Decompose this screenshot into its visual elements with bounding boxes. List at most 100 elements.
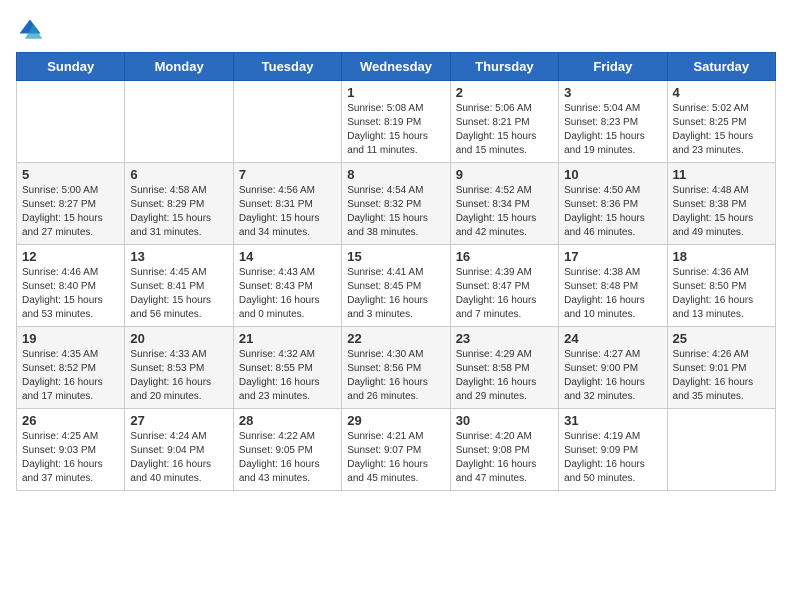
- calendar-week-row: 5 Sunrise: 5:00 AM Sunset: 8:27 PM Daylig…: [17, 163, 776, 245]
- day-content: Sunrise: 4:38 AM Sunset: 8:48 PM Dayligh…: [564, 266, 661, 322]
- day-content: Sunrise: 5:02 AM Sunset: 8:25 PM Dayligh…: [673, 102, 770, 158]
- day-number: 5: [22, 167, 119, 182]
- day-number: 30: [456, 413, 553, 428]
- day-content: Sunrise: 4:41 AM Sunset: 8:45 PM Dayligh…: [347, 266, 444, 322]
- day-number: 18: [673, 249, 770, 264]
- calendar-cell: 18 Sunrise: 4:36 AM Sunset: 8:50 PM Dayli…: [667, 245, 775, 327]
- calendar-cell: 4 Sunrise: 5:02 AM Sunset: 8:25 PM Daylig…: [667, 81, 775, 163]
- calendar-cell: 19Sunrise: 4:35 AM Sunset: 8:52 PM Dayli…: [17, 327, 125, 409]
- day-number: 1: [347, 85, 444, 100]
- day-content: Sunrise: 4:32 AM Sunset: 8:55 PM Dayligh…: [239, 348, 336, 404]
- day-number: 27: [130, 413, 227, 428]
- day-content: Sunrise: 4:58 AM Sunset: 8:29 PM Dayligh…: [130, 184, 227, 240]
- day-content: Sunrise: 4:20 AM Sunset: 9:08 PM Dayligh…: [456, 430, 553, 486]
- calendar-cell: 11 Sunrise: 4:48 AM Sunset: 8:38 PM Dayli…: [667, 163, 775, 245]
- day-content: Sunrise: 4:21 AM Sunset: 9:07 PM Dayligh…: [347, 430, 444, 486]
- calendar-cell: [667, 409, 775, 491]
- day-content: Sunrise: 4:48 AM Sunset: 8:38 PM Dayligh…: [673, 184, 770, 240]
- calendar-cell: 16 Sunrise: 4:39 AM Sunset: 8:47 PM Dayli…: [450, 245, 558, 327]
- day-content: Sunrise: 5:04 AM Sunset: 8:23 PM Dayligh…: [564, 102, 661, 158]
- day-number: 2: [456, 85, 553, 100]
- day-content: Sunrise: 4:29 AM Sunset: 8:58 PM Dayligh…: [456, 348, 553, 404]
- day-number: 25: [673, 331, 770, 346]
- day-number: 11: [673, 167, 770, 182]
- day-number: 6: [130, 167, 227, 182]
- day-content: Sunrise: 4:22 AM Sunset: 9:05 PM Dayligh…: [239, 430, 336, 486]
- logo-icon: [16, 16, 44, 44]
- day-number: 24: [564, 331, 661, 346]
- day-content: Sunrise: 4:39 AM Sunset: 8:47 PM Dayligh…: [456, 266, 553, 322]
- calendar-cell: 23 Sunrise: 4:29 AM Sunset: 8:58 PM Dayli…: [450, 327, 558, 409]
- calendar-cell: 8 Sunrise: 4:54 AM Sunset: 8:32 PM Daylig…: [342, 163, 450, 245]
- day-number: 16: [456, 249, 553, 264]
- day-content: Sunrise: 4:54 AM Sunset: 8:32 PM Dayligh…: [347, 184, 444, 240]
- day-content: Sunrise: 4:19 AM Sunset: 9:09 PM Dayligh…: [564, 430, 661, 486]
- calendar-cell: 15 Sunrise: 4:41 AM Sunset: 8:45 PM Dayli…: [342, 245, 450, 327]
- calendar-cell: 10 Sunrise: 4:50 AM Sunset: 8:36 PM Dayli…: [559, 163, 667, 245]
- day-header-monday: Monday: [125, 53, 233, 81]
- calendar-cell: 9 Sunrise: 4:52 AM Sunset: 8:34 PM Daylig…: [450, 163, 558, 245]
- day-content: Sunrise: 4:35 AM Sunset: 8:52 PM Dayligh…: [22, 348, 119, 404]
- page-header: [16, 16, 776, 44]
- calendar-table: SundayMondayTuesdayWednesdayThursdayFrid…: [16, 52, 776, 491]
- calendar-week-row: 1 Sunrise: 5:08 AM Sunset: 8:19 PM Daylig…: [17, 81, 776, 163]
- calendar-cell: 27 Sunrise: 4:24 AM Sunset: 9:04 PM Dayli…: [125, 409, 233, 491]
- calendar-cell: 14Sunrise: 4:43 AM Sunset: 8:43 PM Dayli…: [233, 245, 341, 327]
- day-number: 7: [239, 167, 336, 182]
- calendar-week-row: 19Sunrise: 4:35 AM Sunset: 8:52 PM Dayli…: [17, 327, 776, 409]
- day-content: Sunrise: 5:00 AM Sunset: 8:27 PM Dayligh…: [22, 184, 119, 240]
- day-number: 10: [564, 167, 661, 182]
- day-content: Sunrise: 4:24 AM Sunset: 9:04 PM Dayligh…: [130, 430, 227, 486]
- calendar-cell: 2 Sunrise: 5:06 AM Sunset: 8:21 PM Daylig…: [450, 81, 558, 163]
- calendar-cell: [17, 81, 125, 163]
- day-content: Sunrise: 4:26 AM Sunset: 9:01 PM Dayligh…: [673, 348, 770, 404]
- day-number: 8: [347, 167, 444, 182]
- day-header-friday: Friday: [559, 53, 667, 81]
- calendar-cell: 24 Sunrise: 4:27 AM Sunset: 9:00 PM Dayli…: [559, 327, 667, 409]
- calendar-week-row: 12Sunrise: 4:46 AM Sunset: 8:40 PM Dayli…: [17, 245, 776, 327]
- calendar-cell: 31Sunrise: 4:19 AM Sunset: 9:09 PM Dayli…: [559, 409, 667, 491]
- logo: [16, 16, 48, 44]
- day-content: Sunrise: 4:52 AM Sunset: 8:34 PM Dayligh…: [456, 184, 553, 240]
- calendar-week-row: 26 Sunrise: 4:25 AM Sunset: 9:03 PM Dayli…: [17, 409, 776, 491]
- calendar-cell: 5 Sunrise: 5:00 AM Sunset: 8:27 PM Daylig…: [17, 163, 125, 245]
- calendar-cell: 26 Sunrise: 4:25 AM Sunset: 9:03 PM Dayli…: [17, 409, 125, 491]
- day-number: 26: [22, 413, 119, 428]
- day-number: 17: [564, 249, 661, 264]
- day-number: 4: [673, 85, 770, 100]
- day-content: Sunrise: 4:45 AM Sunset: 8:41 PM Dayligh…: [130, 266, 227, 322]
- day-number: 22: [347, 331, 444, 346]
- day-number: 14: [239, 249, 336, 264]
- day-content: Sunrise: 4:30 AM Sunset: 8:56 PM Dayligh…: [347, 348, 444, 404]
- day-number: 20: [130, 331, 227, 346]
- day-content: Sunrise: 5:06 AM Sunset: 8:21 PM Dayligh…: [456, 102, 553, 158]
- calendar-cell: 29 Sunrise: 4:21 AM Sunset: 9:07 PM Dayli…: [342, 409, 450, 491]
- day-content: Sunrise: 4:36 AM Sunset: 8:50 PM Dayligh…: [673, 266, 770, 322]
- day-header-wednesday: Wednesday: [342, 53, 450, 81]
- day-header-tuesday: Tuesday: [233, 53, 341, 81]
- day-number: 29: [347, 413, 444, 428]
- day-content: Sunrise: 4:56 AM Sunset: 8:31 PM Dayligh…: [239, 184, 336, 240]
- day-content: Sunrise: 4:50 AM Sunset: 8:36 PM Dayligh…: [564, 184, 661, 240]
- day-number: 3: [564, 85, 661, 100]
- day-number: 15: [347, 249, 444, 264]
- calendar-cell: 1 Sunrise: 5:08 AM Sunset: 8:19 PM Daylig…: [342, 81, 450, 163]
- calendar-cell: 12Sunrise: 4:46 AM Sunset: 8:40 PM Dayli…: [17, 245, 125, 327]
- calendar-cell: 22 Sunrise: 4:30 AM Sunset: 8:56 PM Dayli…: [342, 327, 450, 409]
- day-number: 28: [239, 413, 336, 428]
- day-content: Sunrise: 4:25 AM Sunset: 9:03 PM Dayligh…: [22, 430, 119, 486]
- calendar-cell: 25 Sunrise: 4:26 AM Sunset: 9:01 PM Dayli…: [667, 327, 775, 409]
- calendar-cell: 21Sunrise: 4:32 AM Sunset: 8:55 PM Dayli…: [233, 327, 341, 409]
- calendar-cell: 17 Sunrise: 4:38 AM Sunset: 8:48 PM Dayli…: [559, 245, 667, 327]
- day-header-sunday: Sunday: [17, 53, 125, 81]
- calendar-cell: 28 Sunrise: 4:22 AM Sunset: 9:05 PM Dayli…: [233, 409, 341, 491]
- day-content: Sunrise: 4:27 AM Sunset: 9:00 PM Dayligh…: [564, 348, 661, 404]
- day-content: Sunrise: 5:08 AM Sunset: 8:19 PM Dayligh…: [347, 102, 444, 158]
- day-content: Sunrise: 4:33 AM Sunset: 8:53 PM Dayligh…: [130, 348, 227, 404]
- day-number: 23: [456, 331, 553, 346]
- day-number: 9: [456, 167, 553, 182]
- calendar-cell: 6 Sunrise: 4:58 AM Sunset: 8:29 PM Daylig…: [125, 163, 233, 245]
- day-header-thursday: Thursday: [450, 53, 558, 81]
- calendar-cell: [125, 81, 233, 163]
- calendar-cell: 7 Sunrise: 4:56 AM Sunset: 8:31 PM Daylig…: [233, 163, 341, 245]
